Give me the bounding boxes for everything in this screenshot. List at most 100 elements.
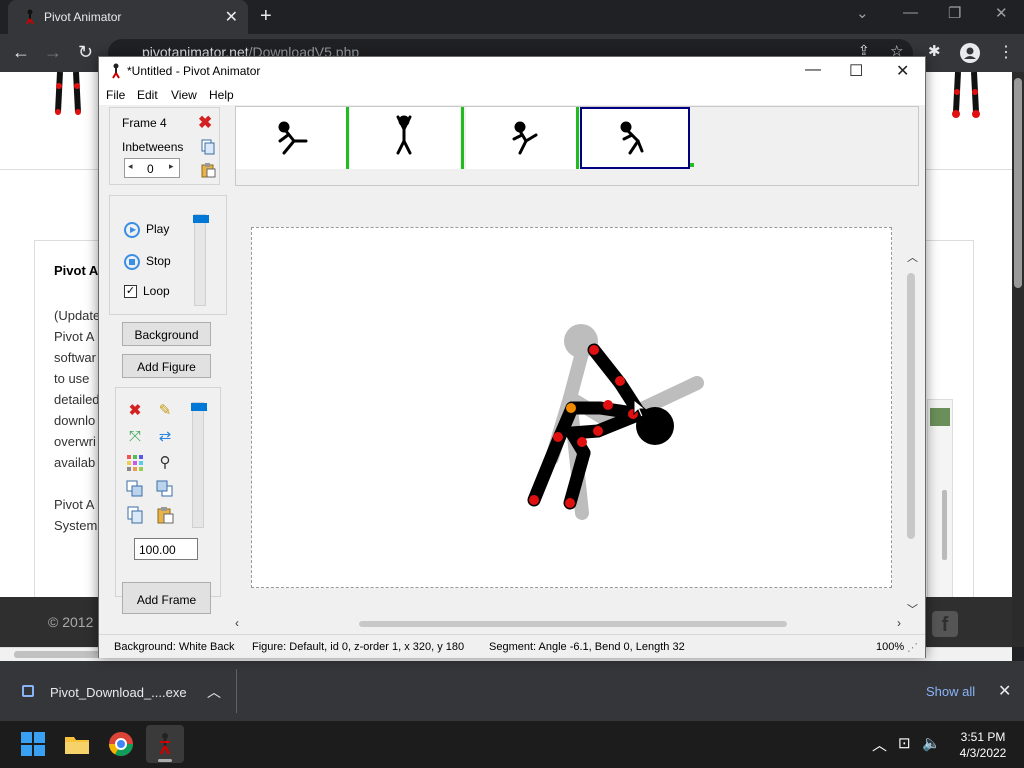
frame-thumbnail-1[interactable] [236, 107, 346, 169]
tray-chevron-up-icon[interactable]: ︿ [872, 734, 887, 755]
download-item[interactable]: Pivot_Download_....exe ︿ [14, 677, 234, 705]
flip-figure-icon[interactable]: ⇄ [156, 428, 174, 446]
menu-help[interactable]: Help [209, 88, 234, 102]
stop-label: Stop [146, 254, 171, 269]
stepper-increase-icon[interactable]: ▸ [169, 161, 174, 172]
card-paragraph-2: Pivot A System [54, 494, 97, 536]
card-line: detailed [54, 392, 100, 407]
delete-frame-icon[interactable]: ✖ [198, 113, 212, 133]
new-tab-icon[interactable]: + [260, 5, 272, 28]
chevron-up-icon[interactable]: ︿ [207, 682, 221, 702]
edit-figure-icon[interactable]: ✎ [156, 402, 174, 420]
facebook-icon[interactable]: f [932, 611, 958, 637]
card-line: Pivot A [54, 497, 95, 512]
delete-figure-icon[interactable]: ✖ [126, 402, 144, 420]
loop-checkbox[interactable]: ✓ Loop [124, 284, 170, 299]
frame-label: Frame 4 [122, 116, 167, 130]
animation-stage[interactable] [251, 227, 892, 588]
menu-edit[interactable]: Edit [137, 88, 158, 102]
file-explorer-icon[interactable] [62, 729, 92, 759]
stop-button[interactable]: Stop [124, 254, 171, 270]
card-line: downlo [54, 413, 96, 428]
restore-browser-icon[interactable]: ❐ [948, 4, 961, 22]
back-icon[interactable]: ← [12, 42, 30, 63]
menu-view[interactable]: View [171, 88, 197, 102]
paste-figure-icon[interactable] [156, 506, 174, 524]
root-joint-handle[interactable] [566, 403, 576, 413]
system-clock[interactable]: 3:51 PM 4/3/2022 [948, 729, 1018, 761]
canvas-vertical-scrollbar[interactable] [907, 273, 915, 539]
color-figure-icon[interactable] [126, 454, 144, 472]
frame-end-marker [690, 163, 694, 167]
copy-frame-icon[interactable] [200, 139, 216, 155]
maximize-icon[interactable]: ☐ [849, 61, 863, 81]
reload-icon[interactable]: ↻ [78, 42, 93, 63]
thumbnail-image [930, 408, 950, 426]
pivot-taskbar-icon [159, 733, 171, 755]
figure-scale-slider[interactable] [191, 402, 207, 528]
bring-forward-icon[interactable] [126, 480, 144, 498]
add-figure-button[interactable]: Add Figure [122, 354, 211, 378]
pivot-title-bar[interactable]: *Untitled - Pivot Animator — ☐ ✕ [99, 57, 925, 85]
frame-thumbnail-4-selected[interactable] [580, 107, 690, 169]
paste-frame-icon[interactable] [200, 162, 216, 178]
frame-thumbnail-3[interactable] [466, 107, 576, 169]
downloads-divider [236, 669, 237, 713]
pivot-taskbar-button[interactable] [146, 725, 184, 763]
close-browser-icon[interactable]: ✕ [995, 4, 1008, 22]
stepper-decrease-icon[interactable]: ◂ [128, 161, 133, 172]
profile-icon[interactable] [960, 43, 980, 63]
send-backward-icon[interactable] [156, 480, 174, 498]
network-icon[interactable]: ⊡ [898, 734, 911, 752]
resize-grip-icon[interactable]: ⋰ [907, 641, 918, 654]
windows-taskbar: ︿ ⊡ 🔈 3:51 PM 4/3/2022 [0, 721, 1024, 768]
close-icon[interactable]: ✕ [896, 61, 909, 81]
frame-divider [346, 107, 349, 169]
add-frame-button[interactable]: Add Frame [122, 582, 211, 614]
clock-time: 3:51 PM [960, 730, 1006, 744]
figure-scale-input[interactable]: 100.00 [134, 538, 198, 560]
frame-thumbnail-2[interactable] [350, 107, 460, 169]
forward-icon[interactable]: → [44, 42, 62, 63]
tab-search-icon[interactable]: ⌄ [856, 4, 869, 22]
frame-1-figure [278, 121, 308, 155]
active-app-indicator [158, 759, 172, 762]
copy-figure-icon[interactable] [126, 506, 144, 524]
close-downloads-icon[interactable]: ✕ [998, 681, 1011, 701]
figure-scale-slider-knob[interactable] [191, 403, 207, 411]
frame-3-figure [512, 121, 538, 155]
chrome-taskbar-icon[interactable] [106, 729, 136, 759]
download-file-name: Pivot_Download_....exe [50, 685, 187, 700]
page-vertical-scrollbar[interactable] [1012, 72, 1024, 647]
background-button[interactable]: Background [122, 322, 211, 346]
play-button[interactable]: ▶ Play [124, 222, 169, 238]
status-figure: Figure: Default, id 0, z-order 1, x 320,… [252, 641, 465, 653]
show-all-link[interactable]: Show all [926, 684, 975, 699]
center-figure-icon[interactable]: ⤧ [126, 428, 144, 446]
clock-date: 4/3/2022 [959, 746, 1007, 760]
scroll-down-icon[interactable]: ﹀ [907, 601, 918, 617]
close-tab-icon[interactable]: ✕ [225, 7, 238, 27]
card-line: Pivot A [54, 329, 95, 344]
scroll-left-icon[interactable]: ‹ [235, 616, 239, 630]
extensions-icon[interactable]: ✱ [928, 42, 941, 60]
inbetweens-label: Inbetweens [122, 140, 184, 154]
windows-start-icon[interactable] [18, 729, 48, 759]
menu-icon[interactable]: ⋮ [998, 42, 1014, 62]
browser-tab[interactable]: Pivot Animator ✕ [8, 0, 248, 34]
thumbnail-scrollbar [942, 490, 947, 560]
frame-4-figure [620, 121, 644, 155]
speed-slider-knob[interactable] [193, 215, 209, 223]
menu-file[interactable]: File [106, 88, 125, 102]
speed-slider[interactable] [193, 214, 209, 306]
canvas-horizontal-scrollbar[interactable] [359, 621, 787, 627]
scroll-up-icon[interactable]: ︿ [907, 249, 918, 265]
volume-icon[interactable]: 🔈 [922, 734, 941, 752]
minimize-icon[interactable]: — [805, 61, 821, 79]
scroll-right-icon[interactable]: › [897, 616, 901, 630]
inbetweens-stepper[interactable]: ◂ 0 ▸ [124, 158, 180, 178]
animation-canvas-area: ︿ ﹀ ‹ › [235, 193, 925, 631]
page-scroll-thumb[interactable] [1014, 78, 1022, 288]
minimize-browser-icon[interactable]: — [903, 4, 918, 21]
joint-tool-icon[interactable]: ⚲ [156, 454, 174, 472]
